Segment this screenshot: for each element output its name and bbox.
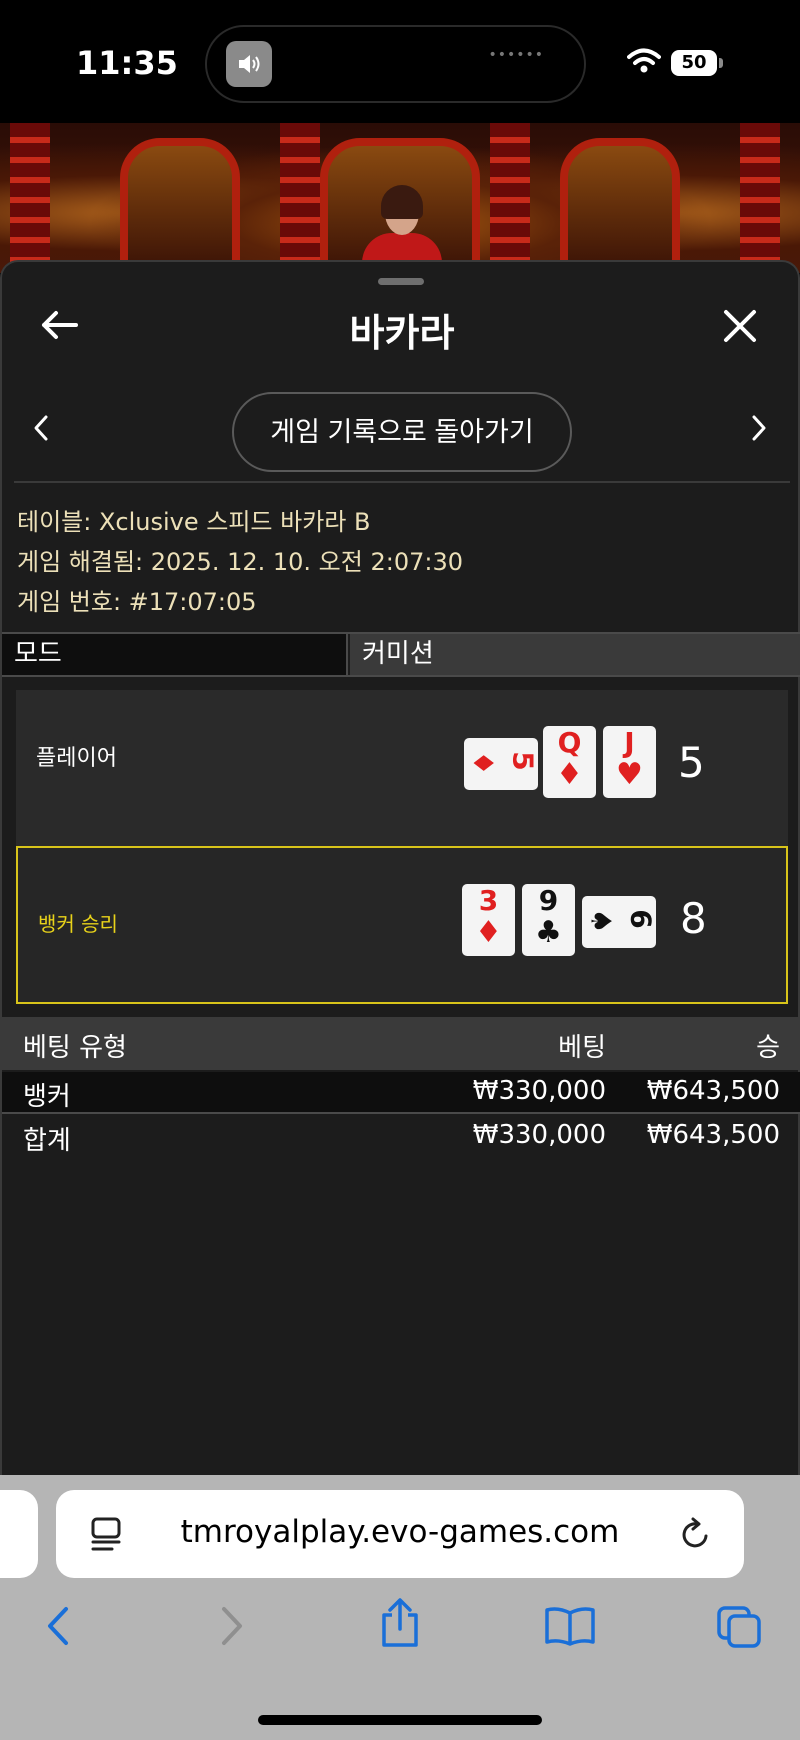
card-suit: ♦ — [556, 757, 583, 792]
wifi-icon — [627, 48, 661, 73]
sheet-grabber[interactable] — [378, 278, 424, 285]
total-bet: ₩330,000 — [472, 1120, 606, 1150]
header-bet-type: 베팅 유형 — [23, 1033, 127, 1063]
back-icon[interactable] — [44, 1605, 72, 1647]
player-card-2: Q ♦ — [543, 726, 596, 798]
game-detail-sheet: 바카라 게임 기록으로 돌아가기 테이블: Xclusive 스피드 바카라 B… — [0, 260, 800, 1475]
divider — [14, 481, 790, 483]
decor-pillar — [490, 123, 530, 273]
activity-dots: •••••• — [488, 47, 544, 63]
home-indicator — [258, 1715, 542, 1725]
mode-tabs: 모드 커미션 — [2, 632, 800, 677]
browser-toolbar: tmroyalplay.evo-games.com — [0, 1475, 800, 1740]
player-hand: 플레이어 5 ♦ Q ♦ J ♥ 5 — [16, 690, 788, 847]
decor-pillar — [10, 123, 50, 273]
clock: 11:35 — [76, 44, 178, 82]
decor-arch — [120, 138, 240, 273]
bet-amount-cell: ₩330,000 — [472, 1076, 606, 1106]
total-label: 합계 — [23, 1126, 71, 1156]
card-rank: 3 — [478, 884, 499, 917]
card-suit: ♦ — [475, 915, 502, 950]
chevron-right-icon[interactable] — [750, 414, 768, 442]
battery-tip — [719, 58, 723, 68]
player-score: 5 — [678, 738, 705, 787]
close-icon[interactable] — [722, 308, 758, 344]
card-suit: ♣ — [535, 915, 562, 950]
previous-tab-peek[interactable] — [0, 1490, 38, 1578]
card-rank: 5 — [506, 751, 540, 771]
bet-type-cell: 뱅커 — [23, 1082, 71, 1112]
player-card-3: J ♥ — [603, 726, 656, 798]
reload-icon[interactable] — [680, 1516, 712, 1552]
card-rank: 6 — [624, 909, 658, 929]
tab-mode[interactable]: 모드 — [2, 634, 348, 675]
url-text[interactable]: tmroyalplay.evo-games.com — [56, 1514, 744, 1550]
decor-pillar — [280, 123, 320, 273]
banker-hand: 뱅커 승리 3 ♦ 9 ♣ 6 ♠ 8 — [16, 846, 788, 1004]
game-number: 게임 번호: #17:07:05 — [17, 588, 257, 616]
win-amount-cell: ₩643,500 — [646, 1076, 780, 1106]
back-to-history-button[interactable]: 게임 기록으로 돌아가기 — [232, 392, 572, 472]
card-suit: ♠ — [584, 908, 618, 934]
table-row: 뱅커 ₩330,000 ₩643,500 — [2, 1072, 800, 1114]
live-video-background — [0, 123, 800, 273]
address-bar[interactable]: tmroyalplay.evo-games.com — [56, 1490, 744, 1578]
tab-commission[interactable]: 커미션 — [350, 634, 800, 675]
dynamic-island: •••••• — [205, 25, 586, 103]
forward-icon[interactable] — [218, 1605, 246, 1647]
header-bet: 베팅 — [558, 1033, 606, 1063]
bets-table-header: 베팅 유형 베팅 승 — [2, 1017, 800, 1070]
banker-card-3: 6 ♠ — [582, 896, 658, 948]
total-win: ₩643,500 — [646, 1120, 780, 1150]
chevron-left-icon[interactable] — [32, 414, 50, 442]
table-name: 테이블: Xclusive 스피드 바카라 B — [17, 508, 371, 536]
speaker-icon — [226, 41, 272, 87]
banker-win-label: 뱅커 승리 — [38, 912, 118, 936]
total-row: 합계 ₩330,000 ₩643,500 — [2, 1116, 800, 1158]
card-rank: J — [624, 726, 635, 759]
player-card-1: 5 ♦ — [464, 738, 540, 790]
share-icon[interactable] — [378, 1597, 422, 1649]
resolved-time: 게임 해결됨: 2025. 12. 10. 오전 2:07:30 — [17, 548, 463, 576]
banker-score: 8 — [680, 894, 707, 943]
page-title: 바카라 — [349, 311, 455, 355]
banker-card-2: 9 ♣ — [522, 884, 575, 956]
battery-indicator: 50 — [671, 50, 717, 76]
status-bar: 11:35 •••••• 50 — [0, 0, 800, 123]
tabs-icon[interactable] — [716, 1605, 762, 1649]
player-label: 플레이어 — [36, 746, 117, 771]
decor-pillar — [740, 123, 780, 273]
dealer-hair — [381, 185, 423, 219]
bookmarks-icon[interactable] — [544, 1605, 596, 1647]
header-win: 승 — [756, 1033, 780, 1063]
card-rank: 9 — [538, 884, 559, 917]
card-suit: ♦ — [466, 750, 500, 776]
card-suit: ♥ — [616, 757, 643, 792]
banker-card-1: 3 ♦ — [462, 884, 515, 956]
decor-arch — [560, 138, 680, 273]
card-rank: Q — [557, 726, 582, 759]
